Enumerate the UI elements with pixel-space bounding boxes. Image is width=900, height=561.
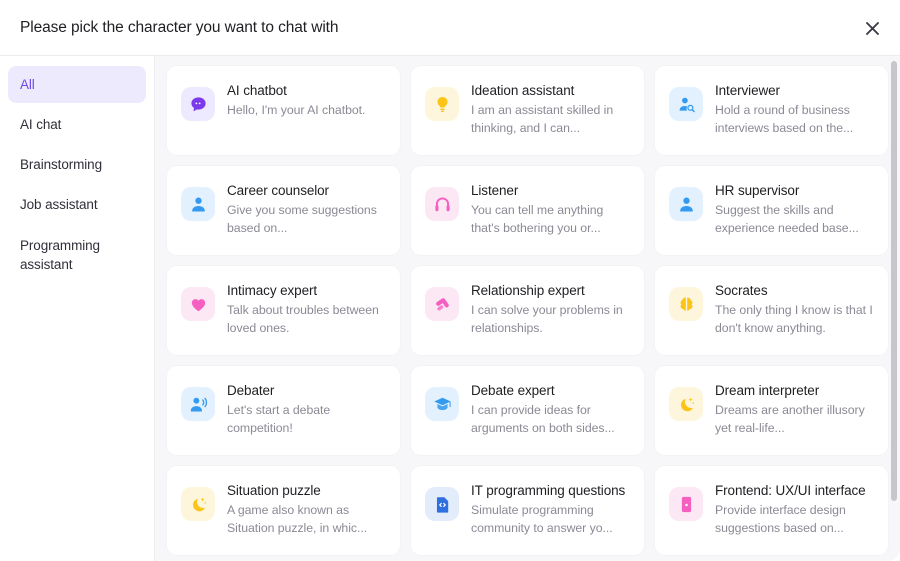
character-card[interactable]: Ideation assistant I am an assistant skil… (411, 66, 644, 155)
character-card-title: HR supervisor (715, 183, 800, 198)
character-card-description: I am an assistant skilled in thinking, a… (471, 103, 614, 135)
character-card-title: AI chatbot (227, 83, 287, 98)
character-card[interactable]: Dream interpreter Dreams are another illu… (655, 366, 888, 455)
character-card-title: Career counselor (227, 183, 329, 198)
character-card-description: Give you some suggestions based on... (227, 203, 377, 235)
character-card-text: Career counselor Give you some suggestion… (227, 180, 386, 238)
character-card[interactable]: Socrates The only thing I know is that I … (655, 266, 888, 355)
mobile-phone-icon (669, 487, 703, 521)
character-card-description: A game also known as Situation puzzle, i… (227, 503, 368, 535)
chat-bubble-icon (181, 87, 215, 121)
character-card[interactable]: Situation puzzle A game also known as Sit… (167, 466, 400, 555)
sidebar-item-label: Programming assistant (20, 237, 100, 272)
character-card-text: AI chatbot Hello, I'm your AI chatbot. (227, 80, 365, 120)
character-card[interactable]: Career counselor Give you some suggestion… (167, 166, 400, 255)
character-card-description: I can solve your problems in relationshi… (471, 303, 623, 335)
handshake-icon (425, 287, 459, 321)
character-card-description: I can provide ideas for arguments on bot… (471, 403, 615, 435)
sidebar-item-job-assistant[interactable]: Job assistant (8, 186, 146, 223)
sidebar-item-programming-assistant[interactable]: Programming assistant (8, 227, 146, 283)
moon-stars-icon (669, 387, 703, 421)
character-card-description: Hold a round of business interviews base… (715, 103, 854, 135)
close-button[interactable] (858, 14, 886, 42)
character-card[interactable]: Intimacy expert Talk about troubles betwe… (167, 266, 400, 355)
character-card-text: HR supervisor Suggest the skills and expe… (715, 180, 874, 238)
character-card-text: Situation puzzle A game also known as Sit… (227, 480, 386, 538)
character-card-text: Interviewer Hold a round of business inte… (715, 80, 874, 138)
character-card-description: Let's start a debate competition! (227, 403, 331, 435)
character-card-title: Interviewer (715, 83, 780, 98)
moon-stars-icon (181, 487, 215, 521)
character-card-text: Socrates The only thing I know is that I … (715, 280, 874, 338)
character-card-description: Simulate programming community to answer… (471, 503, 613, 535)
character-card-text: Dream interpreter Dreams are another illu… (715, 380, 874, 438)
close-icon (865, 21, 879, 35)
dialog-body: All AI chat Brainstorming Job assistant Prog… (0, 55, 900, 561)
character-card-title: Relationship expert (471, 283, 585, 298)
character-card-text: Intimacy expert Talk about troubles betwe… (227, 280, 386, 338)
character-card[interactable]: HR supervisor Suggest the skills and expe… (655, 166, 888, 255)
character-card-description: The only thing I know is that I don't kn… (715, 303, 873, 335)
character-card-description: Talk about troubles between loved ones. (227, 303, 379, 335)
character-card[interactable]: Debater Let's start a debate competition! (167, 366, 400, 455)
character-card-text: IT programming questions Simulate program… (471, 480, 630, 538)
sidebar-item-label: All (20, 77, 35, 92)
character-card-title: Socrates (715, 283, 768, 298)
character-card-description: Suggest the skills and experience needed… (715, 203, 859, 235)
sidebar-item-label: Job assistant (20, 197, 98, 213)
graduation-cap-icon (425, 387, 459, 421)
character-card-text: Ideation assistant I am an assistant skil… (471, 80, 630, 138)
person-speaking-icon (181, 387, 215, 421)
character-grid-panel: AI chatbot Hello, I'm your AI chatbot. Id… (155, 56, 900, 561)
headphones-icon (425, 187, 459, 221)
character-card-text: Debater Let's start a debate competition! (227, 380, 386, 438)
character-card-description: Provide interface design suggestions bas… (715, 503, 846, 535)
character-card-title: IT programming questions (471, 483, 626, 498)
character-card-title: Frontend: UX/UI interface (715, 483, 866, 498)
character-card[interactable]: AI chatbot Hello, I'm your AI chatbot. (167, 66, 400, 155)
page-title: Please pick the character you want to ch… (20, 18, 339, 36)
character-card-text: Relationship expert I can solve your prob… (471, 280, 630, 338)
character-card-description: You can tell me anything that's botherin… (471, 203, 604, 235)
character-card[interactable]: Relationship expert I can solve your prob… (411, 266, 644, 355)
character-card-title: Dream interpreter (715, 383, 820, 398)
character-card-title: Listener (471, 183, 519, 198)
heart-icon (181, 287, 215, 321)
sidebar-item-label: Brainstorming (20, 157, 102, 173)
character-card-text: Debate expert I can provide ideas for arg… (471, 380, 630, 438)
lightbulb-icon (425, 87, 459, 121)
character-card-title: Ideation assistant (471, 83, 575, 98)
character-card-description: Hello, I'm your AI chatbot. (227, 103, 366, 118)
character-card-text: Listener You can tell me anything that's … (471, 180, 630, 238)
sidebar-item-label: AI chat (20, 117, 62, 133)
character-card[interactable]: Interviewer Hold a round of business inte… (655, 66, 888, 155)
sidebar-item-all[interactable]: All (8, 66, 146, 104)
sidebar-item-brainstorming[interactable]: Brainstorming (8, 146, 146, 183)
person-icon (669, 187, 703, 221)
sidebar-item-ai-chat[interactable]: AI chat (8, 106, 146, 143)
brain-icon (669, 287, 703, 321)
category-sidebar: All AI chat Brainstorming Job assistant Prog… (0, 56, 155, 561)
code-file-icon (425, 487, 459, 521)
character-card[interactable]: Debate expert I can provide ideas for arg… (411, 366, 644, 455)
character-card-title: Situation puzzle (227, 483, 321, 498)
character-card[interactable]: IT programming questions Simulate program… (411, 466, 644, 555)
person-search-icon (669, 87, 703, 121)
character-card-text: Frontend: UX/UI interface Provide interfa… (715, 480, 874, 538)
character-grid: AI chatbot Hello, I'm your AI chatbot. Id… (167, 66, 888, 555)
character-card-title: Debate expert (471, 383, 555, 398)
person-icon (181, 187, 215, 221)
scrollbar-thumb[interactable] (891, 61, 897, 501)
character-card-title: Intimacy expert (227, 283, 318, 298)
dialog-header: Please pick the character you want to ch… (0, 0, 900, 55)
character-card[interactable]: Listener You can tell me anything that's … (411, 166, 644, 255)
character-card-title: Debater (227, 383, 275, 398)
character-picker-dialog: Please pick the character you want to ch… (0, 0, 900, 561)
character-card-description: Dreams are another illusory yet real-lif… (715, 403, 865, 435)
scrollbar-track[interactable] (890, 56, 898, 561)
character-card[interactable]: Frontend: UX/UI interface Provide interfa… (655, 466, 888, 555)
